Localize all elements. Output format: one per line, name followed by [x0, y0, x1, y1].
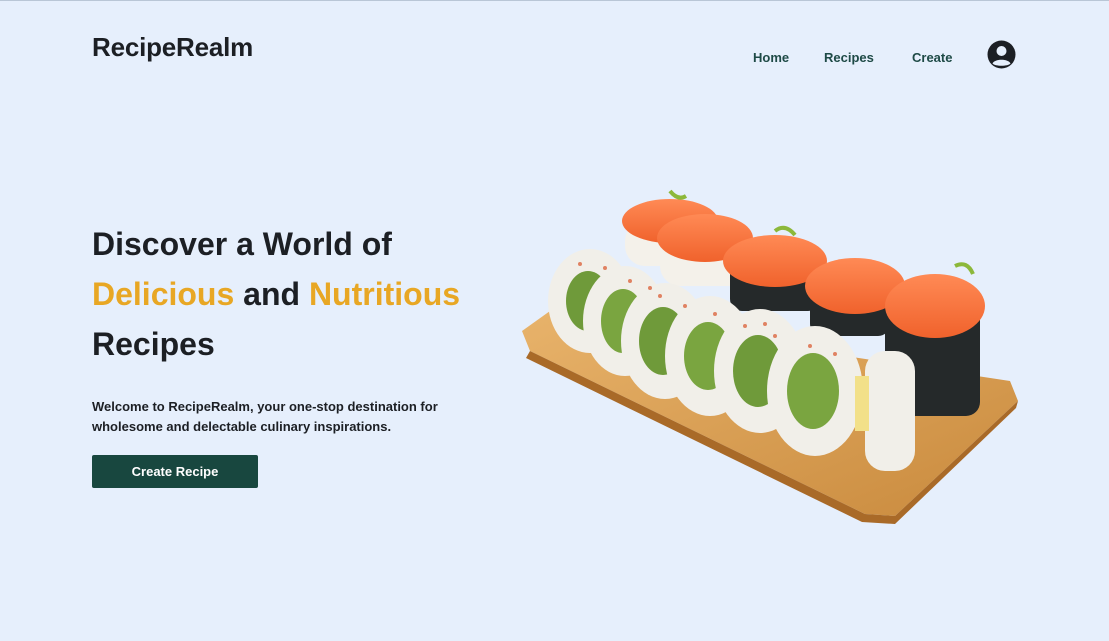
user-circle-icon[interactable]	[987, 40, 1016, 69]
hero-title-line3: Recipes	[92, 326, 215, 362]
sushi-platter-image	[522, 189, 1018, 524]
hero-title-accent-delicious: Delicious	[92, 276, 235, 312]
site-logo[interactable]: RecipeRealm	[92, 32, 253, 63]
hero-title-and: and	[234, 276, 309, 312]
create-recipe-button[interactable]: Create Recipe	[92, 455, 258, 488]
hero-title-line1: Discover a World of	[92, 226, 392, 262]
nav-recipes-link[interactable]: Recipes	[824, 50, 874, 65]
hero-title: Discover a World of Delicious and Nutrit…	[92, 219, 512, 369]
nav-home-link[interactable]: Home	[753, 50, 789, 65]
hero-description: Welcome to RecipeRealm, your one-stop de…	[92, 399, 438, 434]
hero-title-accent-nutritious: Nutritious	[308, 276, 461, 312]
nav-create-link[interactable]: Create	[912, 50, 952, 65]
